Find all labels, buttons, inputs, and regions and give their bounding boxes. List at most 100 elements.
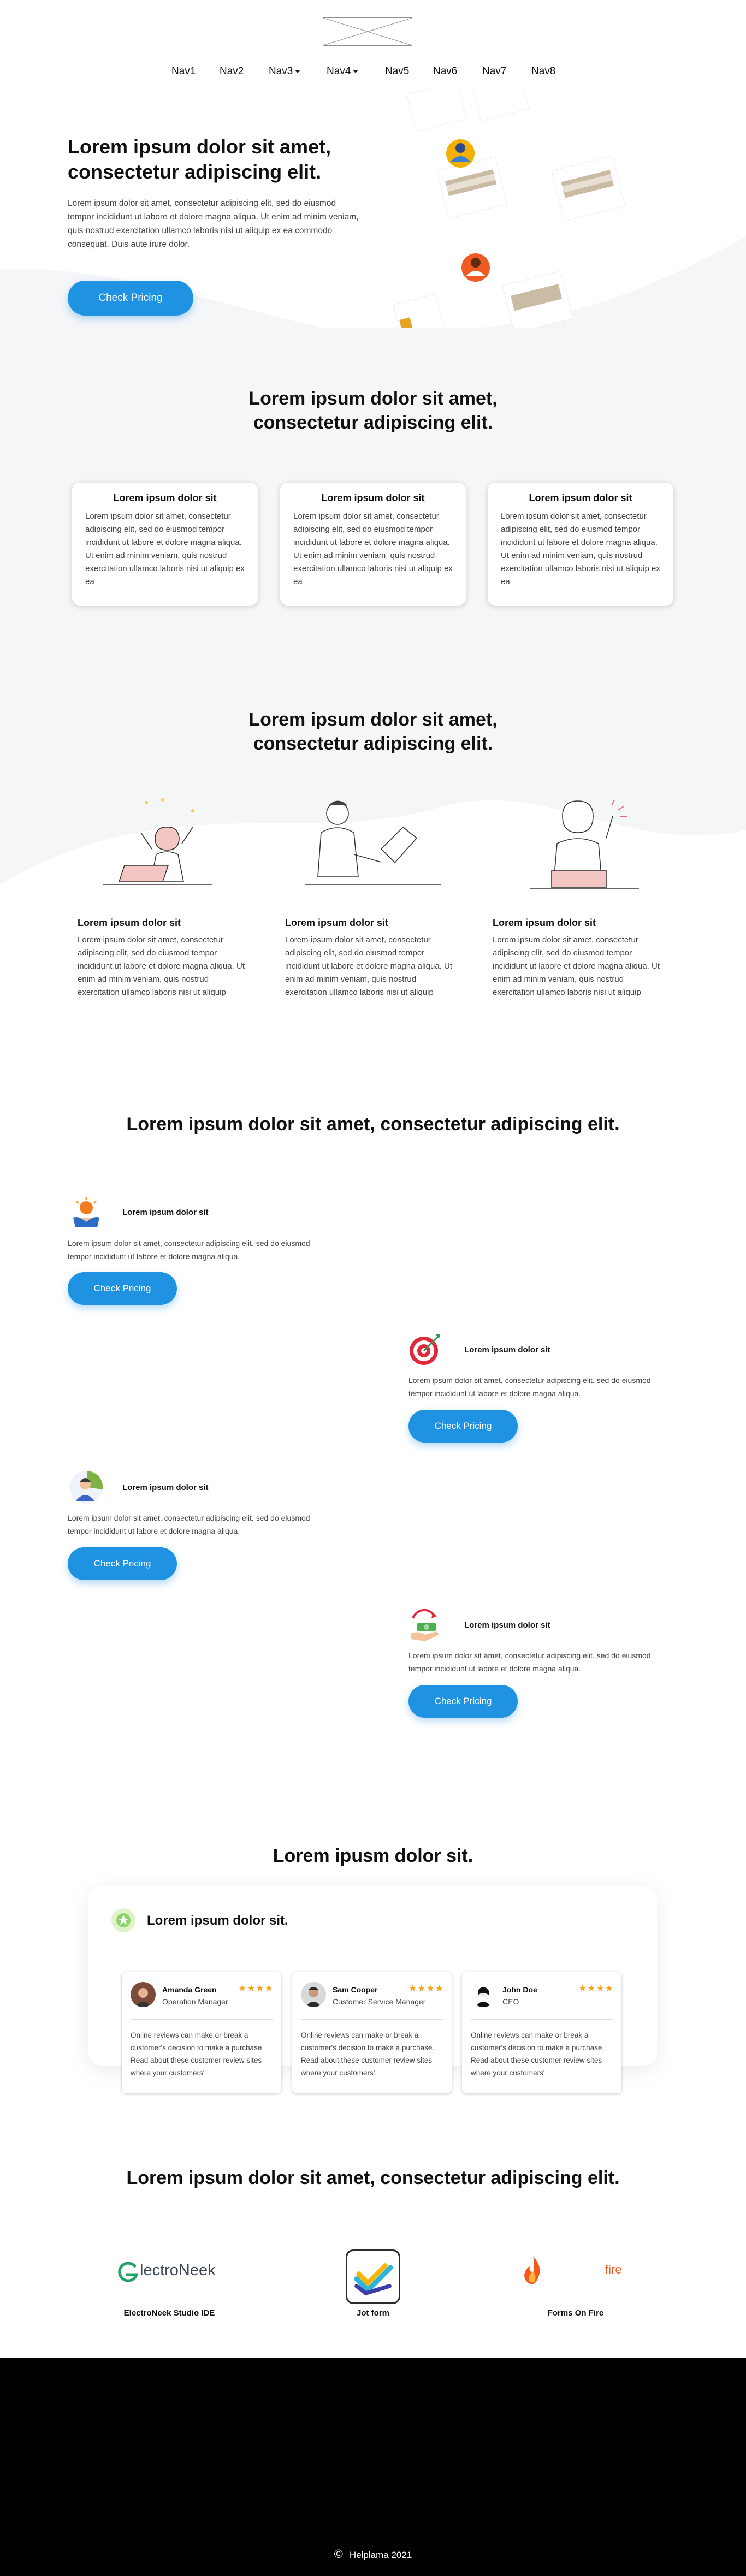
feature-3-check-pricing-button[interactable]: Check Pricing bbox=[68, 1547, 177, 1580]
electroneek-logo[interactable]: lectroNeek bbox=[117, 2260, 226, 2282]
nav-item-7[interactable]: Nav7 bbox=[482, 66, 506, 78]
review-text: Online reviews can make or break a custo… bbox=[471, 2031, 605, 2077]
forms-on-fire-logo-text: fire bbox=[605, 2263, 622, 2276]
rating-stars: ★★★★ bbox=[578, 1983, 614, 1993]
reviews-panel-title: Lorem ipsum dolor sit. bbox=[147, 1913, 288, 1928]
footer-copyright: © Helplama 2021 bbox=[0, 2547, 746, 2561]
review-text: Online reviews can make or break a custo… bbox=[301, 2031, 435, 2077]
nav-label: Nav1 bbox=[171, 66, 196, 77]
nav-label: Nav2 bbox=[220, 66, 244, 77]
electroneek-logo-mark-icon bbox=[118, 2262, 139, 2282]
avatar bbox=[131, 1982, 156, 2007]
nav-label: Nav4 bbox=[327, 66, 351, 77]
illus-title-2: Lorem ipsum dolor sit bbox=[285, 917, 389, 928]
reviews-section-title: Lorem ipusm dolor sit. bbox=[273, 1845, 473, 1866]
card-text: Lorem ipsum dolor sit amet, consectetur … bbox=[293, 512, 453, 586]
card-text: Lorem ipsum dolor sit amet, consectetur … bbox=[501, 512, 660, 586]
nav-item-2[interactable]: Nav2 bbox=[220, 66, 244, 78]
reviewer-name: Sam Cooper bbox=[333, 1985, 378, 1994]
main-nav: Nav1 Nav2 Nav3 Nav4 Nav5 Nav6 Nav7 Nav8 bbox=[0, 66, 746, 82]
divider bbox=[131, 2019, 273, 2020]
feature-text-2: Lorem ipsum dolor sit amet, consectetur … bbox=[408, 1376, 651, 1398]
feature-text-3: Lorem ipsum dolor sit amet, consectetur … bbox=[68, 1513, 310, 1535]
partner-label-1: ElectroNeek Studio IDE bbox=[123, 2308, 215, 2318]
illus-text-2: Lorem ipsum dolor sit amet, consectetur … bbox=[285, 935, 453, 997]
woman-laptop-illustration bbox=[103, 798, 212, 885]
copyright-icon: © bbox=[334, 2547, 343, 2561]
feature-title-3: Lorem ipsum dolor sit bbox=[122, 1483, 209, 1492]
review-text: Online reviews can make or break a custo… bbox=[131, 2031, 264, 2077]
partner-label-2: Jot form bbox=[357, 2308, 389, 2318]
nav-label: Nav8 bbox=[531, 66, 556, 77]
hero-text: Lorem ipsum dolor sit amet, consectetur … bbox=[68, 199, 359, 249]
avatar bbox=[301, 1982, 326, 2007]
cards-section-title: Lorem ipsum dolor sit amet, consectetur … bbox=[248, 388, 498, 433]
hero-title: Lorem ipsum dolor sit amet, consectetur … bbox=[68, 135, 331, 183]
logo-placeholder[interactable] bbox=[323, 17, 412, 46]
hero-check-pricing-button[interactable]: Check Pricing bbox=[68, 281, 193, 316]
feature-1-check-pricing-button[interactable]: Check Pricing bbox=[68, 1272, 177, 1305]
woman-idea-illustration bbox=[530, 799, 639, 889]
partners-section-title: Lorem ipsum dolor sit amet, consectetur … bbox=[126, 2168, 620, 2188]
site-footer: © Helplama 2021 bbox=[0, 2358, 746, 2576]
reviewer-name: John Doe bbox=[502, 1985, 537, 1994]
nav-label: Nav5 bbox=[385, 66, 410, 77]
forms-on-fire-logo[interactable]: fire bbox=[522, 2255, 631, 2288]
partner-label-3: Forms On Fire bbox=[547, 2308, 604, 2318]
feature-title-1: Lorem ipsum dolor sit bbox=[122, 1208, 209, 1217]
card-text: Lorem ipsum dolor sit amet, consectetur … bbox=[85, 512, 245, 586]
target-icon bbox=[410, 1334, 440, 1365]
footer-text: Helplama 2021 bbox=[349, 2550, 412, 2560]
illus-title-3: Lorem ipsum dolor sit bbox=[493, 917, 596, 928]
avatar bbox=[471, 1982, 496, 2007]
rating-stars: ★★★★ bbox=[238, 1983, 274, 1993]
rating-stars: ★★★★ bbox=[408, 1983, 444, 1993]
man-laptop-illustration bbox=[305, 800, 441, 885]
flame-icon bbox=[524, 2256, 540, 2284]
feature-card-3: Lorem ipsum dolor sit Lorem ipsum dolor … bbox=[488, 483, 673, 606]
nav-label: Nav3 bbox=[269, 66, 293, 77]
card-title: Lorem ipsum dolor sit bbox=[321, 492, 425, 503]
reviewer-role: CEO bbox=[502, 1997, 519, 2006]
jotform-logo-mark-icon bbox=[354, 2263, 393, 2296]
caret-down-icon bbox=[353, 69, 359, 73]
nav-item-3[interactable]: Nav3 bbox=[269, 66, 301, 78]
nav-item-8[interactable]: Nav8 bbox=[531, 66, 555, 78]
page: Nav1 Nav2 Nav3 Nav4 Nav5 Nav6 Nav7 Nav8 bbox=[0, 0, 746, 2576]
hand-money-icon bbox=[411, 1608, 439, 1641]
support-agent-icon bbox=[70, 1471, 103, 1504]
jotform-logo[interactable] bbox=[346, 2249, 400, 2304]
review-card-3: John Doe CEO ★★★★ Online reviews can mak… bbox=[462, 1972, 621, 2093]
nav-item-1[interactable]: Nav1 bbox=[171, 66, 196, 78]
feature-text-4: Lorem ipsum dolor sit amet, consectetur … bbox=[408, 1651, 651, 1673]
feature-title-2: Lorem ipsum dolor sit bbox=[464, 1345, 550, 1355]
feature-title-4: Lorem ipsum dolor sit bbox=[464, 1621, 550, 1630]
nav-label: Nav6 bbox=[433, 66, 458, 77]
reviewer-role: Operation Manager bbox=[162, 1997, 228, 2006]
card-title: Lorem ipsum dolor sit bbox=[113, 492, 217, 503]
divider bbox=[471, 2019, 613, 2020]
divider bbox=[301, 2019, 443, 2020]
feature-4-check-pricing-button[interactable]: Check Pricing bbox=[408, 1685, 518, 1718]
reviewer-role: Customer Service Manager bbox=[333, 1997, 426, 2006]
illus-section-title: Lorem ipsum dolor sit amet, consectetur … bbox=[248, 709, 498, 754]
illus-text-1: Lorem ipsum dolor sit amet, consectetur … bbox=[78, 935, 245, 997]
nav-item-6[interactable]: Nav6 bbox=[433, 66, 457, 78]
illus-title-1: Lorem ipsum dolor sit bbox=[78, 917, 181, 928]
feature-text-1: Lorem ipsum dolor sit amet, consectetur … bbox=[68, 1239, 310, 1261]
site-header: Nav1 Nav2 Nav3 Nav4 Nav5 Nav6 Nav7 Nav8 bbox=[0, 0, 746, 88]
nav-item-4[interactable]: Nav4 bbox=[327, 66, 359, 78]
review-card-1: Amanda Green Operation Manager ★★★★ Onli… bbox=[122, 1972, 281, 2093]
reviewer-name: Amanda Green bbox=[162, 1985, 217, 1994]
electroneek-logo-text: lectroNeek bbox=[140, 2262, 216, 2279]
feature-card-1: Lorem ipsum dolor sit Lorem ipsum dolor … bbox=[72, 483, 258, 606]
features-section-title: Lorem ipsum dolor sit amet, consectetur … bbox=[126, 1114, 620, 1135]
caret-down-icon bbox=[295, 69, 301, 73]
nav-item-5[interactable]: Nav5 bbox=[385, 66, 409, 78]
review-card-2: Sam Cooper Customer Service Manager ★★★★… bbox=[292, 1972, 452, 2093]
badge-star-icon bbox=[111, 1908, 135, 1932]
hand-sun-icon bbox=[73, 1197, 99, 1227]
feature-card-2: Lorem ipsum dolor sit Lorem ipsum dolor … bbox=[280, 483, 466, 606]
feature-2-check-pricing-button[interactable]: Check Pricing bbox=[408, 1410, 518, 1443]
illus-text-3: Lorem ipsum dolor sit amet, consectetur … bbox=[493, 935, 660, 997]
